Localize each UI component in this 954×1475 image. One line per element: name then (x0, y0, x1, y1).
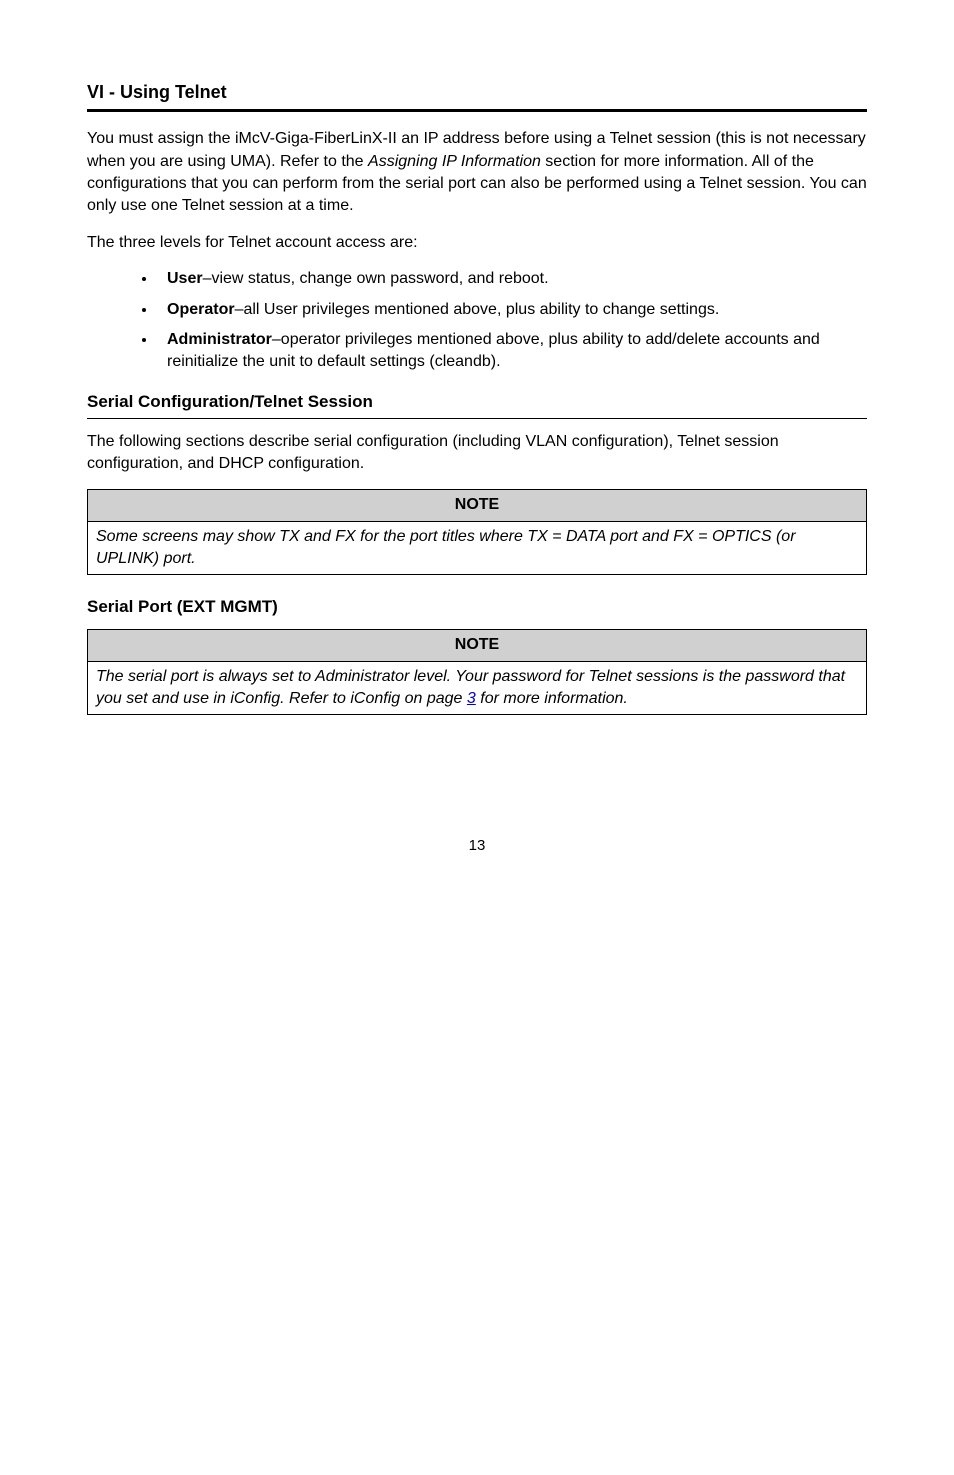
bullet-list: User–view status, change own password, a… (87, 268, 867, 374)
note-body: Some screens may show TX and FX for the … (88, 521, 867, 575)
page-link[interactable]: 3 (467, 690, 476, 707)
text-italic: Assigning IP Information (368, 153, 541, 170)
paragraph: You must assign the iMcV-Giga-FiberLinX-… (87, 128, 867, 218)
paragraph: The three levels for Telnet account acce… (87, 232, 867, 254)
section-heading-serial-port: Serial Port (EXT MGMT) (87, 595, 867, 619)
note-header: NOTE (88, 490, 867, 521)
section-heading-telnet: VI - Using Telnet (87, 80, 867, 105)
section-heading-serial-config: Serial Configuration/Telnet Session (87, 390, 867, 414)
list-term: User (167, 270, 203, 287)
note-box: NOTE Some screens may show TX and FX for… (87, 489, 867, 575)
note-box: NOTE The serial port is always set to Ad… (87, 629, 867, 715)
list-item: Operator–all User privileges mentioned a… (157, 299, 867, 321)
divider (87, 418, 867, 419)
list-item: Administrator–operator privileges mentio… (157, 329, 867, 374)
paragraph: The following sections describe serial c… (87, 431, 867, 476)
note-body: The serial port is always set to Adminis… (88, 661, 867, 715)
note-header: NOTE (88, 630, 867, 661)
list-desc: –all User privileges mentioned above, pl… (235, 301, 720, 318)
text-italic: for more information. (476, 690, 628, 707)
list-term: Operator (167, 301, 235, 318)
page-number: 13 (87, 835, 867, 856)
list-item: User–view status, change own password, a… (157, 268, 867, 290)
list-desc: –view status, change own password, and r… (203, 270, 549, 287)
list-term: Administrator (167, 331, 272, 348)
divider (87, 109, 867, 112)
